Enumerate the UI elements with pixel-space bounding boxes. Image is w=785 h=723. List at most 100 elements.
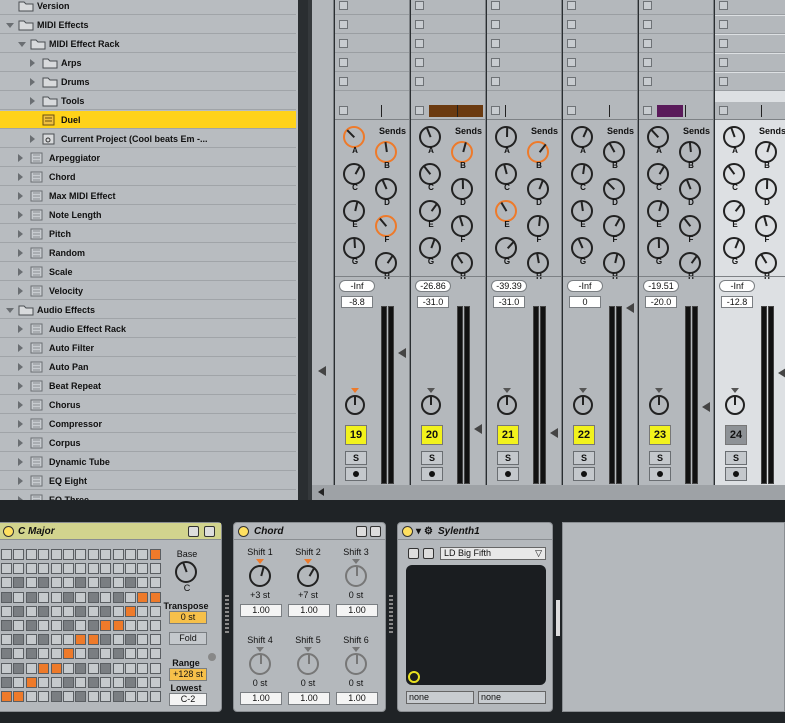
- solo-button[interactable]: S: [649, 451, 671, 465]
- send-d-knob[interactable]: [527, 178, 549, 200]
- scale-cell[interactable]: [38, 634, 50, 646]
- send-f-knob[interactable]: [603, 215, 625, 237]
- scale-cell[interactable]: [112, 620, 124, 631]
- scale-cell[interactable]: [50, 676, 62, 688]
- scale-cell[interactable]: [125, 648, 136, 660]
- scale-cell[interactable]: [63, 691, 74, 702]
- scale-cell[interactable]: [25, 563, 37, 575]
- scale-cell[interactable]: [38, 549, 50, 560]
- scale-cell[interactable]: [13, 691, 25, 702]
- clip-slot[interactable]: [411, 0, 485, 15]
- chevron-right-icon[interactable]: [18, 496, 23, 500]
- scale-cell[interactable]: [75, 662, 87, 674]
- volume-display[interactable]: -39.39: [491, 280, 527, 292]
- xy-handle[interactable]: [408, 671, 420, 683]
- arm-button[interactable]: [421, 467, 443, 481]
- power-toggle[interactable]: [3, 525, 14, 537]
- scale-cell[interactable]: [13, 620, 25, 631]
- fader-handle[interactable]: [778, 368, 785, 378]
- arm-button[interactable]: [497, 467, 519, 481]
- send-b-knob[interactable]: [755, 141, 777, 163]
- scale-cell[interactable]: [50, 620, 62, 631]
- send-a-knob[interactable]: [647, 126, 669, 148]
- clip-stop-icon[interactable]: [567, 20, 576, 29]
- send-a-knob[interactable]: [419, 126, 441, 148]
- scale-cell[interactable]: [50, 577, 62, 589]
- scale-cell[interactable]: [125, 577, 136, 589]
- track-status-row[interactable]: [487, 102, 561, 120]
- peak-display[interactable]: -8.8: [341, 296, 373, 308]
- shift-knob[interactable]: [345, 565, 367, 587]
- scale-cell[interactable]: [13, 676, 25, 688]
- velocity-field[interactable]: 1.00: [240, 692, 282, 705]
- scale-cell[interactable]: [137, 620, 149, 631]
- send-e-knob[interactable]: [343, 200, 365, 222]
- browser-item[interactable]: Random: [0, 244, 296, 262]
- browser-item[interactable]: Dynamic Tube: [0, 453, 296, 471]
- scale-cell[interactable]: [112, 691, 124, 702]
- send-f-knob[interactable]: [527, 215, 549, 237]
- scale-cell[interactable]: [75, 691, 87, 702]
- clip-slot[interactable]: [715, 0, 785, 15]
- clip-slot[interactable]: [411, 54, 485, 72]
- solo-button[interactable]: S: [421, 451, 443, 465]
- clip-slot[interactable]: [715, 73, 785, 91]
- scale-cell[interactable]: [75, 648, 87, 660]
- clip-stop-icon[interactable]: [415, 20, 424, 29]
- send-f-knob[interactable]: [755, 215, 777, 237]
- send-b-knob[interactable]: [451, 141, 473, 163]
- clip-slot[interactable]: [639, 16, 713, 34]
- scale-cell[interactable]: [75, 634, 87, 646]
- scale-cell[interactable]: [149, 563, 161, 575]
- volume-display[interactable]: -Inf: [339, 280, 375, 292]
- browser-item[interactable]: EQ Eight: [0, 472, 296, 490]
- send-h-knob[interactable]: [603, 252, 625, 274]
- scale-cell[interactable]: [1, 691, 12, 702]
- velocity-field[interactable]: 1.00: [288, 692, 330, 705]
- scale-cell[interactable]: [50, 549, 62, 560]
- scale-cell[interactable]: [63, 676, 74, 688]
- chevron-right-icon[interactable]: [18, 363, 23, 371]
- chevron-right-icon[interactable]: [18, 344, 23, 352]
- scale-cell[interactable]: [100, 634, 112, 646]
- scale-cell[interactable]: [87, 634, 99, 646]
- scale-cell[interactable]: [87, 648, 99, 660]
- power-toggle[interactable]: [402, 525, 413, 537]
- browser-item[interactable]: Arpeggiator: [0, 149, 296, 167]
- browser-item[interactable]: Chord: [0, 168, 296, 186]
- scale-cell[interactable]: [25, 605, 37, 617]
- chevron-right-icon[interactable]: [18, 401, 23, 409]
- clip-slot[interactable]: [411, 16, 485, 34]
- scale-cell[interactable]: [25, 676, 37, 688]
- browser-item[interactable]: Beat Repeat: [0, 377, 296, 395]
- scale-cell[interactable]: [1, 577, 12, 589]
- clip-slot[interactable]: [639, 0, 713, 15]
- send-g-knob[interactable]: [419, 237, 441, 259]
- send-h-knob[interactable]: [755, 252, 777, 274]
- scale-cell[interactable]: [13, 563, 25, 575]
- clip-slot[interactable]: [563, 0, 637, 15]
- scale-cell[interactable]: [100, 620, 112, 631]
- hotswap-icon[interactable]: [188, 525, 199, 537]
- browser-item[interactable]: MIDI Effects: [0, 16, 296, 34]
- clip-slot[interactable]: [411, 35, 485, 53]
- device-drag-handle[interactable]: [389, 595, 393, 635]
- chevron-right-icon[interactable]: [18, 211, 23, 219]
- chevron-right-icon[interactable]: [30, 97, 35, 105]
- scale-cell[interactable]: [1, 676, 12, 688]
- scale-cell[interactable]: [137, 691, 149, 702]
- browser-item[interactable]: Chorus: [0, 396, 296, 414]
- scale-cell[interactable]: [112, 563, 124, 575]
- fader-handle[interactable]: [702, 402, 710, 412]
- scale-cell[interactable]: [112, 591, 124, 603]
- velocity-field[interactable]: 1.00: [288, 604, 330, 617]
- volume-display[interactable]: -19.51: [643, 280, 679, 292]
- scale-cell[interactable]: [137, 648, 149, 660]
- scale-cell[interactable]: [75, 563, 87, 575]
- scale-cell[interactable]: [149, 691, 161, 702]
- scale-cell[interactable]: [112, 662, 124, 674]
- clip-stop-icon[interactable]: [719, 20, 728, 29]
- preset-select[interactable]: LD Big Fifth ▽: [440, 547, 546, 560]
- velocity-field[interactable]: 1.00: [336, 604, 378, 617]
- base-knob[interactable]: [175, 561, 197, 583]
